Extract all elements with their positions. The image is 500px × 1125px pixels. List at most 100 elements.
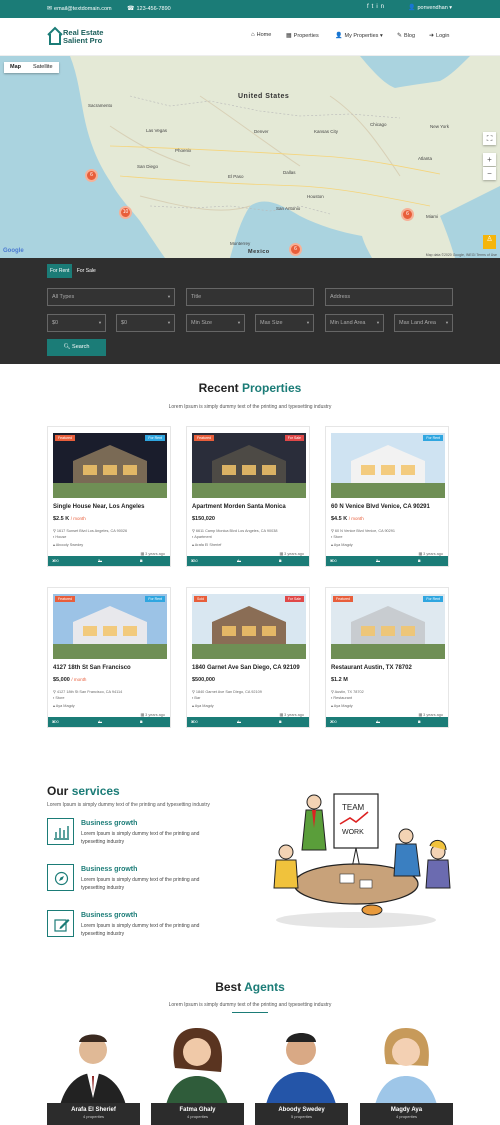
chevron-down-icon: ▼ (306, 320, 310, 325)
property-title[interactable]: Apartment Morden Santa Monica (192, 504, 286, 510)
map-cluster[interactable]: 10 (119, 206, 132, 219)
featured-badge: Featured (194, 435, 215, 441)
property-agent[interactable]: ▴ Aya Magdy (192, 703, 214, 708)
property-title[interactable]: Restaurant Austin, TX 78702 (331, 665, 412, 671)
property-price: $150,020 (192, 516, 215, 522)
email-link[interactable]: ✉ email@textdomain.com (47, 5, 112, 12)
min-price-select[interactable]: $0 ▼ (47, 314, 106, 332)
edit-icon: ✎ (397, 33, 403, 39)
map-attribution[interactable]: Map data ©2020 Google, INEGI Terms of Us… (426, 253, 497, 257)
user-icon: 👤 (335, 33, 343, 39)
property-card[interactable]: For Rent 60 N Venice Blvd Venice, CA 9029… (325, 426, 449, 573)
property-agent[interactable]: ▴ Aya Magdy (53, 703, 75, 708)
property-photo[interactable]: Sold For Sale (192, 594, 306, 659)
property-card[interactable]: Featured For Rent 4127 18th St San Francis… (47, 587, 171, 734)
service-item: Business growth Lorem Ipsum is simply du… (47, 818, 247, 848)
max-price-select[interactable]: $0 ▼ (116, 314, 175, 332)
status-badge: For Rent (423, 435, 443, 441)
home-icon: ⌂ (251, 32, 255, 38)
property-price: $2.5 K / month (53, 516, 86, 522)
map-type-map[interactable]: Map (4, 62, 27, 72)
agent-card[interactable]: Aboody Swedey 5 properties (255, 1028, 348, 1125)
property-address: ⚲ 4127 18th St San Francisco, CA 94114 (53, 690, 123, 694)
property-type: ▪ Bar (192, 696, 201, 700)
property-type: ▪ House (53, 535, 67, 539)
teamwork-illustration: TEAM WORK (273, 793, 451, 928)
nav-blog[interactable]: ✎ Blog (397, 32, 415, 39)
map-label-city: Houston (307, 194, 324, 199)
featured-badge: Sold (194, 596, 208, 602)
login-icon: ➜ (429, 33, 435, 39)
property-card[interactable]: Sold For Sale 1840 Garnet Ave San Diego, C… (186, 587, 310, 734)
recent-properties-subtitle: Lorem Ipsum is simply dummy text of the … (168, 404, 332, 410)
phone-link[interactable]: ☎ 123-456-7890 (127, 5, 171, 12)
nav-home[interactable]: ⌂ Home (251, 32, 271, 38)
property-agent[interactable]: ▴ Arafa El Sherief (192, 542, 221, 547)
property-title[interactable]: 60 N Venice Blvd Venice, CA 90291 (331, 504, 430, 510)
max-size-select[interactable]: Max Size ▼ (255, 314, 314, 332)
user-menu[interactable]: 👤 ponvendhan ▾ (408, 4, 452, 11)
property-card[interactable]: Featured For Rent Restaurant Austin, TX 78… (325, 587, 449, 734)
map-label-city: Monterrey (230, 241, 251, 246)
agent-card[interactable]: Fatma Ghaly 4 properties (151, 1028, 244, 1125)
property-type: ▪ Apartment (192, 535, 212, 539)
map-cluster[interactable]: 6 (289, 243, 302, 256)
max-land-select[interactable]: Max Land Area ▼ (394, 314, 453, 332)
services-title: Our services (47, 784, 120, 798)
zoom-out-button[interactable]: − (483, 167, 496, 180)
zoom-in-button[interactable]: + (483, 153, 496, 166)
user-icon: ▴ (53, 543, 55, 547)
linkedin-icon[interactable]: in (376, 4, 387, 10)
main-navbar: Real Estate Salient Pro ⌂ Home ▦ Propertie… (0, 18, 500, 56)
map-cluster[interactable]: 6 (401, 208, 414, 221)
user-icon: ▴ (192, 704, 194, 708)
property-card[interactable]: Featured For Sale Apartment Morden Santa M… (186, 426, 310, 573)
address-input[interactable]: Address (325, 288, 453, 306)
tab-for-rent[interactable]: For Rent (47, 264, 73, 278)
property-card[interactable]: Featured For Rent Single House Near, Los A… (47, 426, 171, 573)
nav-my-properties[interactable]: 👤 My Properties ▾ (335, 32, 383, 39)
agent-name-bar: Fatma Ghaly 4 properties (151, 1103, 244, 1125)
agent-card[interactable]: Magdy Aya 4 properties (360, 1028, 453, 1125)
property-type: ▪ Store (53, 696, 65, 700)
property-photo[interactable]: Featured For Rent (331, 594, 445, 659)
property-agent[interactable]: ▴ Aya Magdy (331, 542, 353, 547)
property-photo[interactable]: Featured For Sale (192, 433, 306, 498)
recent-properties-title: Recent Properties (198, 381, 302, 395)
map-label-country: United States (238, 93, 290, 100)
nav-properties[interactable]: ▦ Properties (286, 32, 319, 39)
chevron-down-icon: ▼ (376, 320, 380, 325)
edit-icon (47, 910, 74, 937)
service-item: Business growth Lorem Ipsum is simply du… (47, 910, 247, 940)
site-logo[interactable]: Real Estate Salient Pro (47, 26, 127, 48)
map-type-satellite[interactable]: Satellite (27, 62, 59, 72)
property-title[interactable]: 4127 18th St San Francisco (53, 665, 131, 671)
agents-title: Best Agents (215, 980, 285, 994)
property-photo[interactable]: Featured For Rent (53, 594, 167, 659)
pegman-icon[interactable]: ♙ (483, 235, 496, 249)
types-select[interactable]: All Types ▼ (47, 288, 175, 306)
map-type-toggle: Map Satellite (4, 62, 59, 73)
agent-card[interactable]: Arafa El Sherief 4 properties (47, 1028, 140, 1125)
map-label-city: El Paso (228, 174, 244, 179)
chevron-down-icon: ▼ (167, 294, 171, 299)
fullscreen-icon[interactable]: ⛶ (483, 132, 496, 145)
property-agent[interactable]: ▴ Aya Magdy (331, 703, 353, 708)
search-button[interactable]: 🔍︎ Search (47, 339, 106, 356)
logo-line-2: Salient Pro (63, 36, 103, 45)
min-size-select[interactable]: Min Size ▼ (186, 314, 245, 332)
property-title[interactable]: 1840 Garnet Ave San Diego, CA 92109 (192, 665, 300, 671)
property-photo[interactable]: For Rent (331, 433, 445, 498)
title-input[interactable]: Title (186, 288, 314, 306)
nav-login[interactable]: ➜ Login (429, 32, 450, 39)
map-cluster[interactable]: 6 (85, 169, 98, 182)
property-photo[interactable]: Featured For Rent (53, 433, 167, 498)
property-type: ▪ Store (331, 535, 343, 539)
map-pin-icon: ⚲ (331, 529, 334, 533)
property-agent[interactable]: ▴ Aboody Swedey (53, 542, 83, 547)
min-land-select[interactable]: Min Land Area ▼ (325, 314, 384, 332)
property-title[interactable]: Single House Near, Los Angeles (53, 504, 144, 510)
tab-for-sale[interactable]: For Sale (74, 264, 99, 278)
chevron-down-icon: ▼ (445, 320, 449, 325)
property-map[interactable]: Map Satellite United States Mexico Sacram… (0, 56, 500, 258)
